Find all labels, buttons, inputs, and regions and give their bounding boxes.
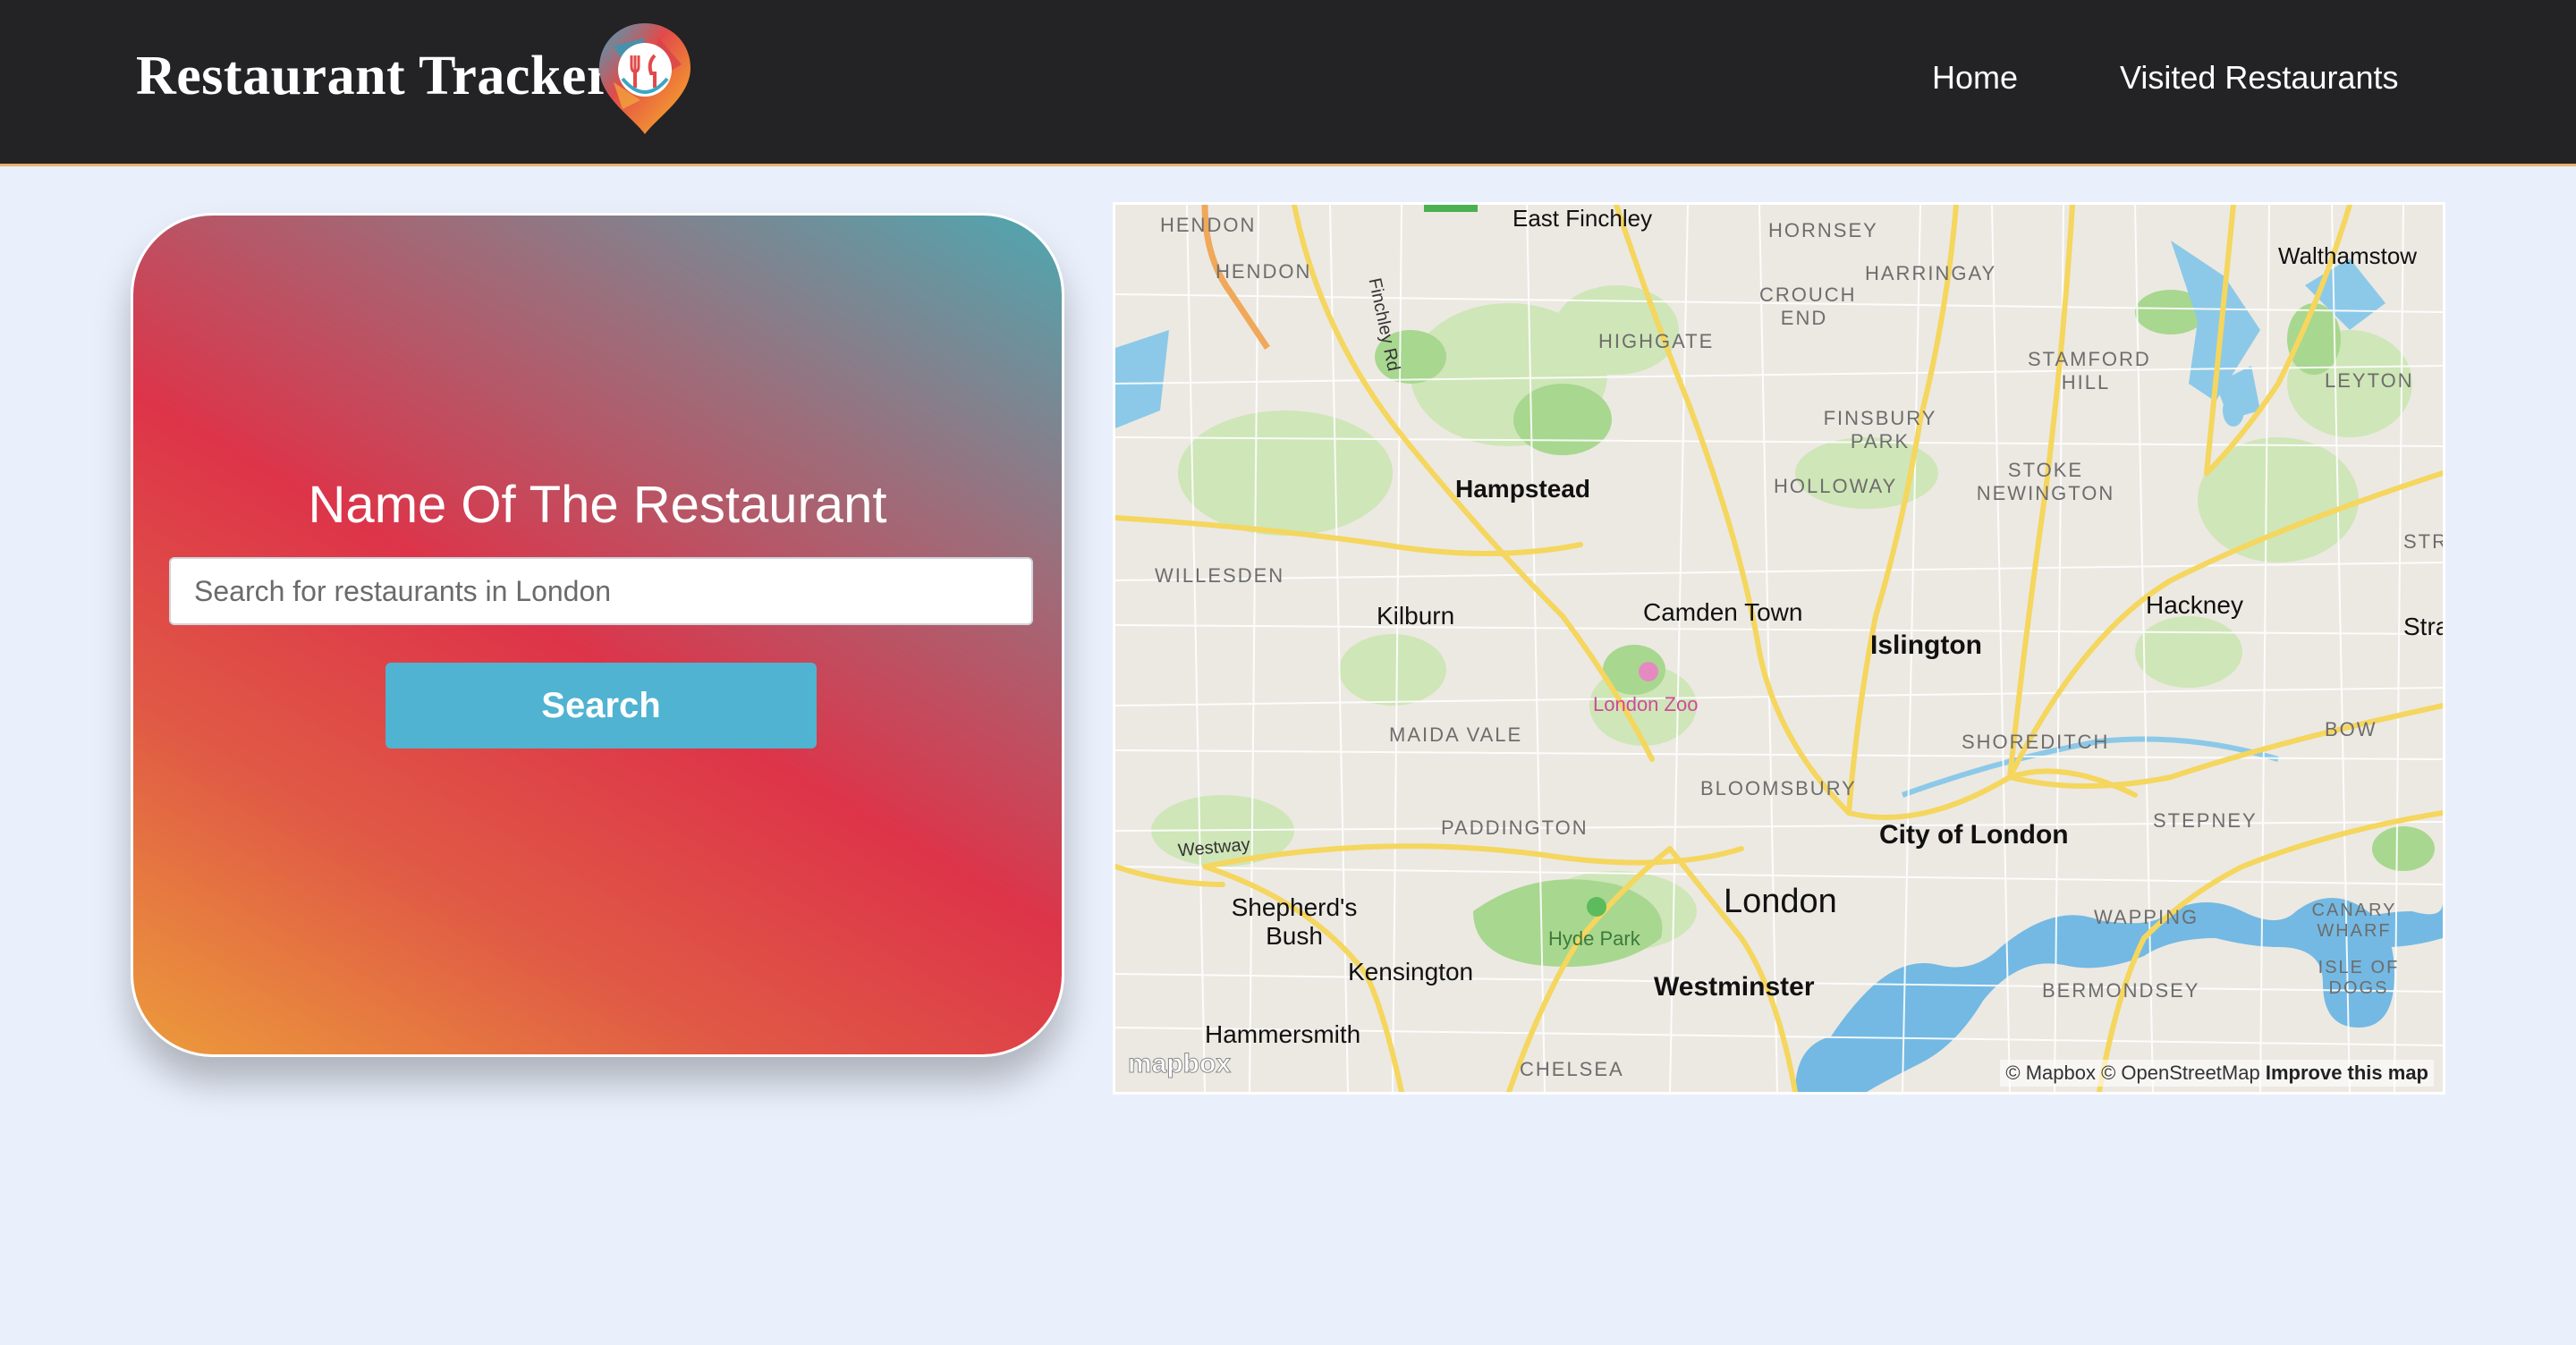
map-attribution-text[interactable]: © Mapbox © OpenStreetMap — [2005, 1062, 2259, 1084]
map-attribution: © Mapbox © OpenStreetMap Improve this ma… — [2000, 1060, 2434, 1087]
map-label-holloway: HOLLOWAY — [1774, 475, 1898, 497]
map-label-hackney: Hackney — [2146, 591, 2243, 619]
map-label-camden-town: Camden Town — [1643, 598, 1803, 626]
map-label-kensington: Kensington — [1348, 958, 1474, 985]
map-label-walthamstow: Walthamstow — [2278, 242, 2418, 269]
map-label-highgate: HIGHGATE — [1598, 330, 1715, 352]
search-title: Name Of The Restaurant — [308, 476, 887, 534]
map-label-bermondsey: BERMONDSEY — [2042, 979, 2200, 1002]
map-view[interactable]: HENDON HENDON East Finchley Finchley Rd … — [1113, 202, 2445, 1095]
map-label-city-of-london: City of London — [1879, 820, 2069, 850]
map-label-hendon-1: HENDON — [1160, 214, 1257, 236]
map-label-finsbury-park: FINSBURY PARK — [1823, 407, 1937, 453]
map-label-wapping: WAPPING — [2094, 906, 2199, 928]
map-label-stepney: STEPNEY — [2153, 809, 2258, 832]
map-label-shepherds-bush: Shepherd's Bush — [1231, 893, 1358, 950]
map-label-westminster: Westminster — [1654, 972, 1815, 1002]
map-label-kilburn: Kilburn — [1377, 602, 1455, 630]
nav-visited-restaurants-link[interactable]: Visited Restaurants — [2120, 59, 2399, 97]
map-label-london-zoo: London Zoo — [1593, 693, 1699, 715]
map-label-hammersmith: Hammersmith — [1205, 1020, 1361, 1048]
map-label-stoke-newington: STOKE NEWINGTON — [1976, 459, 2115, 504]
map-label-shoreditch: SHOREDITCH — [1962, 731, 2110, 753]
map-label-harringay: HARRINGAY — [1865, 262, 1997, 284]
map-label-east-finchley: East Finchley — [1513, 205, 1653, 232]
map-label-hornsey: HORNSEY — [1768, 219, 1878, 241]
map-label-leyton: LEYTON — [2325, 369, 2414, 392]
map-label-isle-of-dogs: ISLE OF DOGS — [2318, 958, 2400, 998]
map-label-chelsea: CHELSEA — [1520, 1058, 1624, 1080]
navbar: Restaurant Tracker Home Visited Restaura… — [0, 0, 2576, 166]
map-label-hendon-2: HENDON — [1216, 260, 1312, 283]
map-label-bloomsbury: BLOOMSBURY — [1700, 777, 1857, 799]
map-background — [1115, 205, 2443, 1092]
map-label-stamford-hill: STAMFORD HILL — [2028, 348, 2151, 393]
map-label-bow: BOW — [2325, 718, 2377, 740]
improve-map-link[interactable]: Improve this map — [2266, 1062, 2428, 1084]
map-label-crouch-end: CROUCH END — [1759, 283, 1857, 329]
map-label-stra: Stra — [2403, 613, 2445, 640]
map-label-maida-vale: MAIDA VALE — [1389, 723, 1523, 746]
brand-title[interactable]: Restaurant Tracker — [136, 45, 612, 108]
map-label-str: STR — [2403, 530, 2445, 553]
map-label-canary-wharf: CANARY WHARF — [2311, 901, 2397, 941]
nav-home-link[interactable]: Home — [1932, 59, 2018, 97]
map-label-islington: Islington — [1870, 630, 1982, 660]
restaurant-search-input[interactable] — [169, 557, 1033, 625]
map-label-hampstead: Hampstead — [1455, 475, 1590, 503]
map-label-london: London — [1724, 883, 1837, 920]
search-button[interactable]: Search — [386, 663, 817, 749]
map-pin-restaurant-logo-icon — [599, 23, 691, 134]
map-label-willesden: WILLESDEN — [1155, 564, 1285, 587]
map-label-hyde-park: Hyde Park — [1548, 927, 1640, 950]
mapbox-logo[interactable]: mapbox — [1127, 1049, 1231, 1079]
search-card: Name Of The Restaurant Search — [131, 213, 1064, 1057]
map-label-paddington: PADDINGTON — [1441, 816, 1589, 839]
